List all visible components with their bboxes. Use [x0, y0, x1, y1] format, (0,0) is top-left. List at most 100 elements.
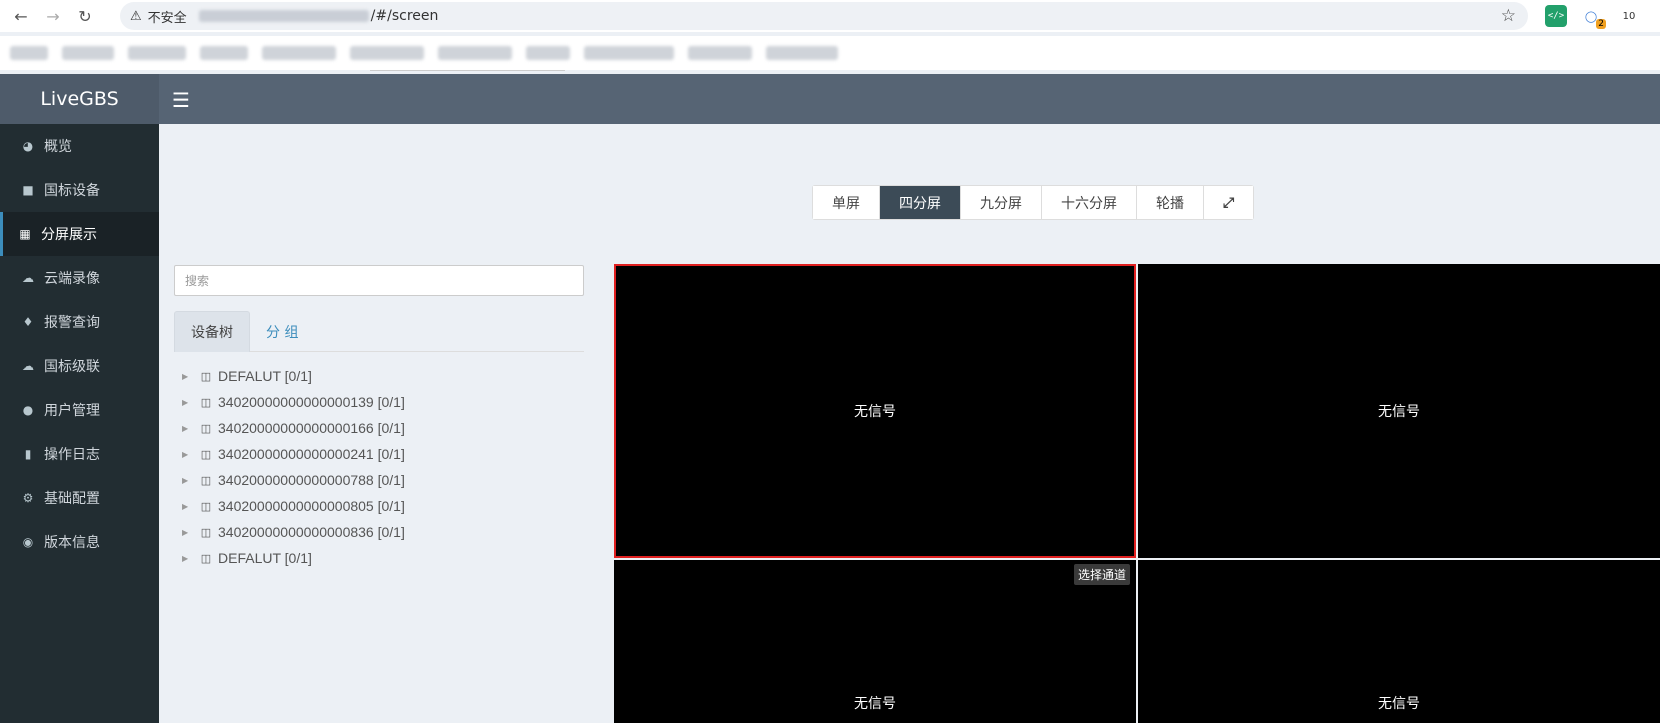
sidebar-item-label: 报警查询	[44, 315, 100, 331]
bookmark-item[interactable]	[200, 46, 248, 60]
bookmark-item[interactable]	[62, 46, 114, 60]
fullscreen-expand-icon[interactable]: ⤢	[1204, 186, 1254, 219]
bookmark-item[interactable]	[350, 46, 424, 60]
app-logo[interactable]: LiveGBS	[0, 74, 159, 124]
sidebar-item-label: 国标级联	[44, 359, 100, 375]
no-signal-label: 无信号	[1378, 696, 1420, 712]
sidebar-item-devices[interactable]: ■ 国标设备	[0, 168, 159, 212]
address-bar[interactable]: ⚠ 不安全 /#/screen ☆	[120, 2, 1528, 30]
sitemap-icon: ◫	[200, 370, 212, 383]
sidebar-item-label: 概览	[44, 139, 72, 155]
forward-icon[interactable]: →	[42, 5, 64, 27]
sidebar-item-settings[interactable]: ⚙ 基础配置	[0, 476, 159, 520]
sidebar-item-label: 用户管理	[44, 403, 100, 419]
sidebar-item-label: 版本信息	[44, 535, 100, 551]
sidebar-item-version[interactable]: ◉ 版本信息	[0, 520, 159, 564]
cogs-icon: ⚙	[22, 491, 34, 505]
cloud-upload-icon: ☁	[22, 359, 34, 373]
caret-right-icon[interactable]: ▶	[182, 372, 196, 381]
caret-right-icon[interactable]: ▶	[182, 476, 196, 485]
player-grid: 无信号 无信号 选择通道 无信号 无信号	[614, 264, 1660, 723]
video-player-4[interactable]: 无信号	[1138, 560, 1660, 723]
bookmark-item[interactable]	[438, 46, 512, 60]
sidebar-item-users[interactable]: ● 用户管理	[0, 388, 159, 432]
no-signal-label: 无信号	[854, 404, 896, 420]
caret-right-icon[interactable]: ▶	[182, 424, 196, 433]
extension-puzzle-icon[interactable]: 10	[1618, 5, 1640, 27]
sidebar-item-overview[interactable]: ◕ 概览	[0, 124, 159, 168]
back-icon[interactable]: ←	[10, 5, 32, 27]
sidebar-item-alarm-query[interactable]: ♦ 报警查询	[0, 300, 159, 344]
video-player-3[interactable]: 选择通道 无信号	[614, 560, 1136, 723]
sidebar-item-cloud-recording[interactable]: ☁ 云端录像	[0, 256, 159, 300]
tree-node[interactable]: ▶ ◫ 34020000000000000241 [0/1]	[182, 441, 582, 467]
tree-tabs: 设备树 分 组	[174, 311, 584, 352]
tree-node[interactable]: ▶ ◫ 34020000000000000788 [0/1]	[182, 467, 582, 493]
carousel-button[interactable]: 轮播	[1137, 186, 1204, 219]
caret-right-icon[interactable]: ▶	[182, 502, 196, 511]
sidebar-item-operation-log[interactable]: ▮ 操作日志	[0, 432, 159, 476]
caret-right-icon[interactable]: ▶	[182, 554, 196, 563]
tree-node[interactable]: ▶ ◫ 34020000000000000836 [0/1]	[182, 519, 582, 545]
search-input[interactable]	[174, 265, 584, 296]
sitemap-icon: ◫	[200, 500, 212, 513]
select-channel-button[interactable]: 选择通道	[1073, 564, 1130, 585]
sidebar-item-label: 国标设备	[44, 183, 100, 199]
bookmark-item[interactable]	[584, 46, 674, 60]
sidebar-item-cascade[interactable]: ☁ 国标级联	[0, 344, 159, 388]
caret-right-icon[interactable]: ▶	[182, 450, 196, 459]
video-player-1[interactable]: 无信号	[614, 264, 1136, 558]
tree-node-label: DEFALUT [0/1]	[218, 550, 312, 566]
nine-screen-button[interactable]: 九分屏	[961, 186, 1042, 219]
sidebar-item-label: 云端录像	[44, 271, 100, 287]
bookmark-item[interactable]	[128, 46, 186, 60]
tree-node-label: 34020000000000000241 [0/1]	[218, 446, 405, 462]
reload-icon[interactable]: ↻	[74, 5, 96, 27]
extension-code-icon[interactable]: </>	[1545, 5, 1567, 27]
tree-node[interactable]: ▶ ◫ DEFALUT [0/1]	[182, 545, 582, 571]
sidebar-item-label: 分屏展示	[41, 227, 97, 243]
sidebar: ◕ 概览 ■ 国标设备 ▦ 分屏展示 ☁ 云端录像 ♦ 报警查询 ☁ 国标级联 ● 用户管理 …	[0, 124, 159, 723]
no-signal-label: 无信号	[1378, 404, 1420, 420]
tab-device-tree[interactable]: 设备树	[174, 311, 250, 352]
video-player-2[interactable]: 无信号	[1138, 264, 1660, 558]
screen-layout-buttons: 单屏 四分屏 九分屏 十六分屏 轮播 ⤢	[812, 185, 1255, 220]
tree-node[interactable]: ▶ ◫ 34020000000000000139 [0/1]	[182, 389, 582, 415]
tree-node-label: 34020000000000000139 [0/1]	[218, 394, 405, 410]
sitemap-icon: ◫	[200, 474, 212, 487]
bookmark-item[interactable]	[526, 46, 570, 60]
tree-node[interactable]: ▶ ◫ 34020000000000000805 [0/1]	[182, 493, 582, 519]
sitemap-icon: ◫	[200, 448, 212, 461]
bell-icon: ♦	[22, 315, 34, 329]
dashboard-icon: ◕	[22, 139, 34, 153]
sidebar-item-label: 操作日志	[44, 447, 100, 463]
extension-search-icon[interactable]: ◯ 2	[1580, 5, 1606, 29]
tab-group[interactable]: 分 组	[250, 311, 314, 352]
tree-node[interactable]: ▶ ◫ DEFALUT [0/1]	[182, 363, 582, 389]
app-header: LiveGBS ☰	[0, 74, 1660, 124]
sitemap-icon: ◫	[200, 552, 212, 565]
menu-toggle-icon[interactable]: ☰	[172, 88, 190, 112]
four-screen-button[interactable]: 四分屏	[880, 186, 961, 219]
sitemap-icon: ◫	[200, 396, 212, 409]
caret-right-icon[interactable]: ▶	[182, 528, 196, 537]
bookmark-item[interactable]	[10, 46, 48, 60]
sidebar-item-split-screen[interactable]: ▦ 分屏展示	[0, 212, 159, 256]
users-icon: ●	[22, 403, 34, 417]
bookmark-item[interactable]	[688, 46, 752, 60]
single-screen-button[interactable]: 单屏	[813, 186, 880, 219]
grid-icon: ▦	[19, 227, 31, 241]
bookmark-item[interactable]	[766, 46, 838, 60]
file-icon: ▮	[24, 447, 32, 461]
insecure-label: 不安全	[147, 10, 187, 26]
bookmark-item[interactable]	[262, 46, 336, 60]
warning-icon: ⚠	[130, 8, 142, 24]
tree-node-label: 34020000000000000788 [0/1]	[218, 472, 405, 488]
tree-node[interactable]: ▶ ◫ 34020000000000000166 [0/1]	[182, 415, 582, 441]
extension-badge-count: 10	[1622, 10, 1636, 22]
url-host-redacted	[198, 10, 369, 22]
sixteen-screen-button[interactable]: 十六分屏	[1042, 186, 1137, 219]
bookmark-star-icon[interactable]: ☆	[1501, 6, 1516, 26]
caret-right-icon[interactable]: ▶	[182, 398, 196, 407]
bookmarks-bar	[0, 36, 1660, 70]
